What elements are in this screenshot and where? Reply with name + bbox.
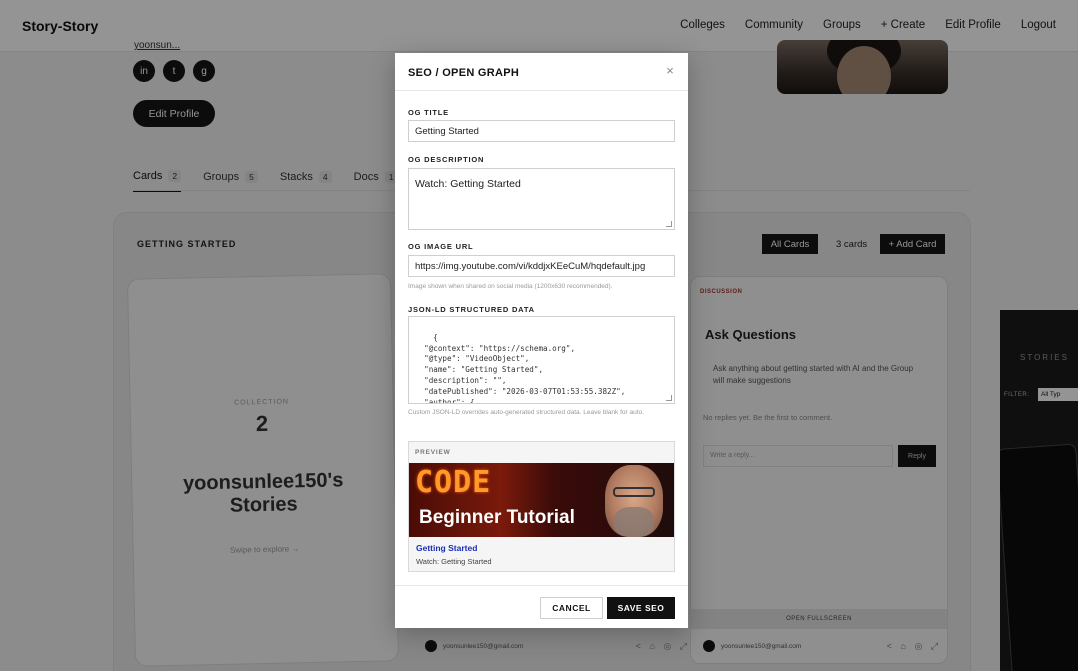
preview-description: Watch: Getting Started — [416, 557, 492, 566]
modal-title: SEO / OPEN GRAPH — [408, 67, 520, 79]
seo-open-graph-modal: SEO / OPEN GRAPH × OG TITLE Getting Star… — [395, 53, 688, 628]
og-title-label: OG TITLE — [408, 108, 449, 117]
og-title-input[interactable]: Getting Started — [408, 120, 675, 142]
json-ld-hint: Custom JSON-LD overrides auto-generated … — [408, 409, 644, 416]
preview-title[interactable]: Getting Started — [416, 543, 477, 553]
og-image-url-label: OG IMAGE URL — [408, 242, 474, 251]
og-image-hint: Image shown when shared on social media … — [408, 283, 613, 290]
thumbnail-person-glasses — [613, 487, 655, 497]
json-ld-textarea[interactable]: { "@context": "https://schema.org", "@ty… — [408, 316, 675, 404]
modal-header: SEO / OPEN GRAPH × — [395, 53, 688, 91]
cancel-button[interactable]: CANCEL — [540, 597, 603, 619]
thumbnail-title-text: CODE — [415, 465, 492, 500]
preview-label: PREVIEW — [415, 449, 451, 456]
thumbnail-subtitle-text: Beginner Tutorial — [419, 507, 575, 528]
og-description-textarea[interactable]: Watch: Getting Started — [408, 168, 675, 230]
og-description-value: Watch: Getting Started — [415, 178, 521, 190]
preview-thumbnail: CODE Beginner Tutorial — [409, 463, 674, 537]
modal-footer: CANCEL SAVE SEO — [395, 585, 688, 628]
resize-grip-icon[interactable] — [666, 221, 672, 227]
thumbnail-person-beard — [614, 507, 654, 537]
close-icon[interactable]: × — [662, 63, 678, 79]
resize-grip-icon[interactable] — [666, 395, 672, 401]
og-image-url-input[interactable]: https://img.youtube.com/vi/kddjxKEeCuM/h… — [408, 255, 675, 277]
json-ld-label: JSON-LD STRUCTURED DATA — [408, 305, 535, 314]
json-ld-value: { "@context": "https://schema.org", "@ty… — [424, 332, 626, 404]
og-preview: PREVIEW CODE Beginner Tutorial Getting S… — [408, 441, 675, 572]
og-description-label: OG DESCRIPTION — [408, 155, 485, 164]
save-seo-button[interactable]: SAVE SEO — [607, 597, 675, 619]
